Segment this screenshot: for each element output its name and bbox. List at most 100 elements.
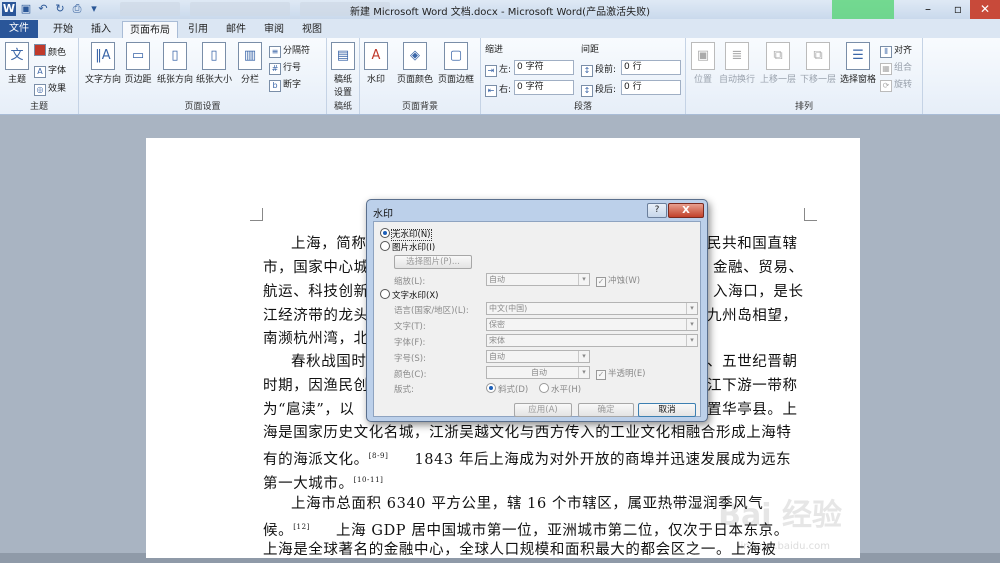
size-label: 字号(S): [394,354,426,364]
spacing-title: 间距 [581,45,600,55]
spacing-after-input[interactable]: 0 行 [621,80,681,95]
margins-button[interactable]: ▭ 页边距 [123,42,153,85]
columns-icon: ▥ [238,42,262,70]
tab-view[interactable]: 视图 [296,21,328,38]
apply-button[interactable]: 应用(A) [514,403,572,417]
help-button[interactable]: ? [647,203,667,218]
orientation-button[interactable]: ▯ 纸张方向 [157,42,193,85]
page-border-button[interactable]: ▢ 页面边框 [436,42,476,85]
fonts-icon: A [34,66,46,78]
group-label: 稿纸 [333,102,352,112]
reference-12[interactable]: [12] [293,523,310,531]
tab-insert[interactable]: 插入 [84,21,118,38]
page-color-icon: ◈ [403,42,427,70]
size-select[interactable]: 自动 ▾ [486,350,590,363]
spacing-after-icon: ↕ [581,85,593,97]
scale-select[interactable]: 自动 ▾ [486,273,590,286]
doc-line-fragment: 民共和国直辖 [707,236,798,252]
minimize-button[interactable]: – [914,0,942,19]
diagonal-option[interactable]: 斜式(D) [486,383,528,395]
doc-line-fragment: 入海口，是长 [713,284,804,300]
restore-button[interactable]: ▫ [944,0,972,19]
group-label: 页面设置 [184,102,221,112]
text-watermark-option[interactable]: 文字水印(X) [380,289,438,301]
semitransparent-checkbox[interactable]: ✓ 半透明(E) [596,367,646,380]
line-numbers-icon: # [269,63,281,75]
themes-button[interactable]: 文 主题 [4,42,30,85]
size-button[interactable]: ▯ 纸张大小 [195,42,233,85]
group-draft-paper: ▤ 稿纸 设置 稿纸 [327,38,360,114]
checkbox-icon: ✓ [596,370,606,380]
text-select[interactable]: 保密 ▾ [486,318,698,331]
chevron-down-icon: ▾ [686,335,697,346]
group-paragraph: 缩进 间距 ⇥ 左: 0 字符 ⇤ 右: 0 字符 ↕ 段前: 0 行 ↕ 段后: 0 … [481,38,686,114]
draft-paper-button[interactable]: ▤ 稿纸 设置 [329,42,357,98]
tab-page-layout[interactable]: 页面布局 [122,21,178,39]
theme-fonts-button[interactable]: A 字体 [34,63,66,78]
close-button[interactable]: ✕ [970,0,1000,19]
language-select[interactable]: 中文(中国) ▾ [486,302,698,315]
doc-line: 上海市总面积 6340 平方公里，辖 16 个市辖区，属亚热带湿润季风气 [291,496,764,512]
font-select[interactable]: 宋体 ▾ [486,334,698,347]
color-select[interactable]: 自动 ▾ [486,366,590,379]
ok-button[interactable]: 确定 [578,403,634,417]
cancel-button[interactable]: 取消 [638,403,696,417]
select-picture-button[interactable]: 选择图片(P)... [394,255,472,269]
indent-title: 缩进 [485,45,504,55]
washout-checkbox[interactable]: ✓ 冲蚀(W) [596,274,640,287]
group-objects-button[interactable]: ▦ 组合 [880,60,912,75]
group-page-background: A 水印 ◈ 页面颜色 ▢ 页面边框 页面背景 [360,38,481,114]
theme-effects-button[interactable]: ◎ 效果 [34,81,66,96]
wrap-text-button[interactable]: ≣ 自动换行 [718,42,756,85]
themes-icon: 文 [5,42,29,70]
bring-forward-icon: ⧉ [766,42,790,70]
radio-icon [380,228,390,238]
text-direction-icon: ‖A [91,42,115,70]
tab-review[interactable]: 审阅 [258,21,290,38]
position-button[interactable]: ▣ 位置 [690,42,716,85]
reference-8-9[interactable]: [8-9] [369,452,389,460]
columns-button[interactable]: ▥ 分栏 [237,42,263,85]
paper-size-icon: ▯ [202,42,226,70]
group-label: 段落 [573,102,592,112]
picture-watermark-option[interactable]: 图片水印(I) [380,241,435,253]
color-label: 颜色(C): [394,370,427,380]
selection-pane-icon: ☰ [846,42,870,70]
dialog-close-button[interactable]: X [668,203,704,218]
no-watermark-option[interactable]: 无水印(N) [380,228,432,241]
scale-label: 缩放(L): [394,277,426,287]
breaks-button[interactable]: ≡ 分隔符 [269,43,310,58]
dialog-title: 水印 [373,209,393,220]
doc-line: 上海是全球著名的金融中心，全球人口规模和面积最大的都会区之一。上海被 [263,542,777,558]
send-backward-button[interactable]: ⧉ 下移一层 [798,42,838,85]
spacing-before-label: ↕ 段前: [581,62,616,77]
tab-references[interactable]: 引用 [182,21,214,38]
title-bar: W ▣ ↶ ↻ ⎙ ▾ 新建 Microsoft Word 文档.docx - … [0,0,1000,19]
rotate-button[interactable]: ⟳ 旋转 [880,77,912,92]
doc-line-fragment: 、五世纪晋朝 [707,354,798,370]
align-button[interactable]: ⫴ 对齐 [880,43,912,58]
hyphenation-button[interactable]: b 断字 [269,77,301,92]
spacing-before-input[interactable]: 0 行 [621,60,681,75]
tab-file[interactable]: 文件 [0,20,38,38]
radio-icon [486,383,496,393]
horizontal-option[interactable]: 水平(H) [539,383,581,395]
watermark-button[interactable]: A 水印 [364,42,388,85]
text-direction-button[interactable]: ‖A 文字方向 [85,42,121,85]
theme-colors-button[interactable]: 颜色 [34,44,66,58]
selection-pane-button[interactable]: ☰ 选择窗格 [838,42,878,85]
indent-left-input[interactable]: 0 字符 [514,60,574,75]
line-numbers-button[interactable]: # 行号 [269,60,301,75]
indent-right-icon: ⇤ [485,85,497,97]
reference-10-11[interactable]: [10-11] [354,476,384,484]
margin-corner-mark [804,208,817,221]
tab-home[interactable]: 开始 [46,21,80,38]
bring-forward-button[interactable]: ⧉ 上移一层 [758,42,798,85]
indent-right-input[interactable]: 0 字符 [514,80,574,95]
group-label: 页面背景 [401,102,438,112]
group-theme: 文 主题 颜色 A 字体 ◎ 效果 主题 [0,38,79,114]
chevron-down-icon: ▾ [578,367,589,378]
tab-mailings[interactable]: 邮件 [220,21,252,38]
margin-corner-mark [250,208,263,221]
page-color-button[interactable]: ◈ 页面颜色 [396,42,434,85]
